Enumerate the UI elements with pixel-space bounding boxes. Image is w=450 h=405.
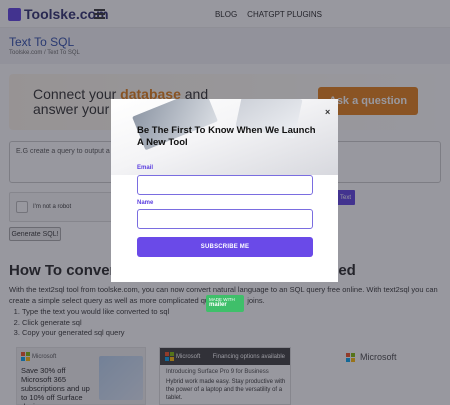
email-label: Email xyxy=(137,165,154,171)
name-field[interactable] xyxy=(137,209,313,229)
name-label: Name xyxy=(137,200,154,206)
mailerlite-badge[interactable]: MADE WITH mailer xyxy=(206,295,244,312)
mailer-badge-line2: mailer xyxy=(209,302,227,308)
subscribe-button[interactable]: SUBSCRIBE ME xyxy=(137,237,313,257)
close-icon[interactable]: × xyxy=(325,107,330,117)
subscribe-modal: × Be The First To Know When We Launch A … xyxy=(111,99,338,282)
modal-title: Be The First To Know When We Launch A Ne… xyxy=(137,125,316,148)
email-field[interactable] xyxy=(137,175,313,195)
